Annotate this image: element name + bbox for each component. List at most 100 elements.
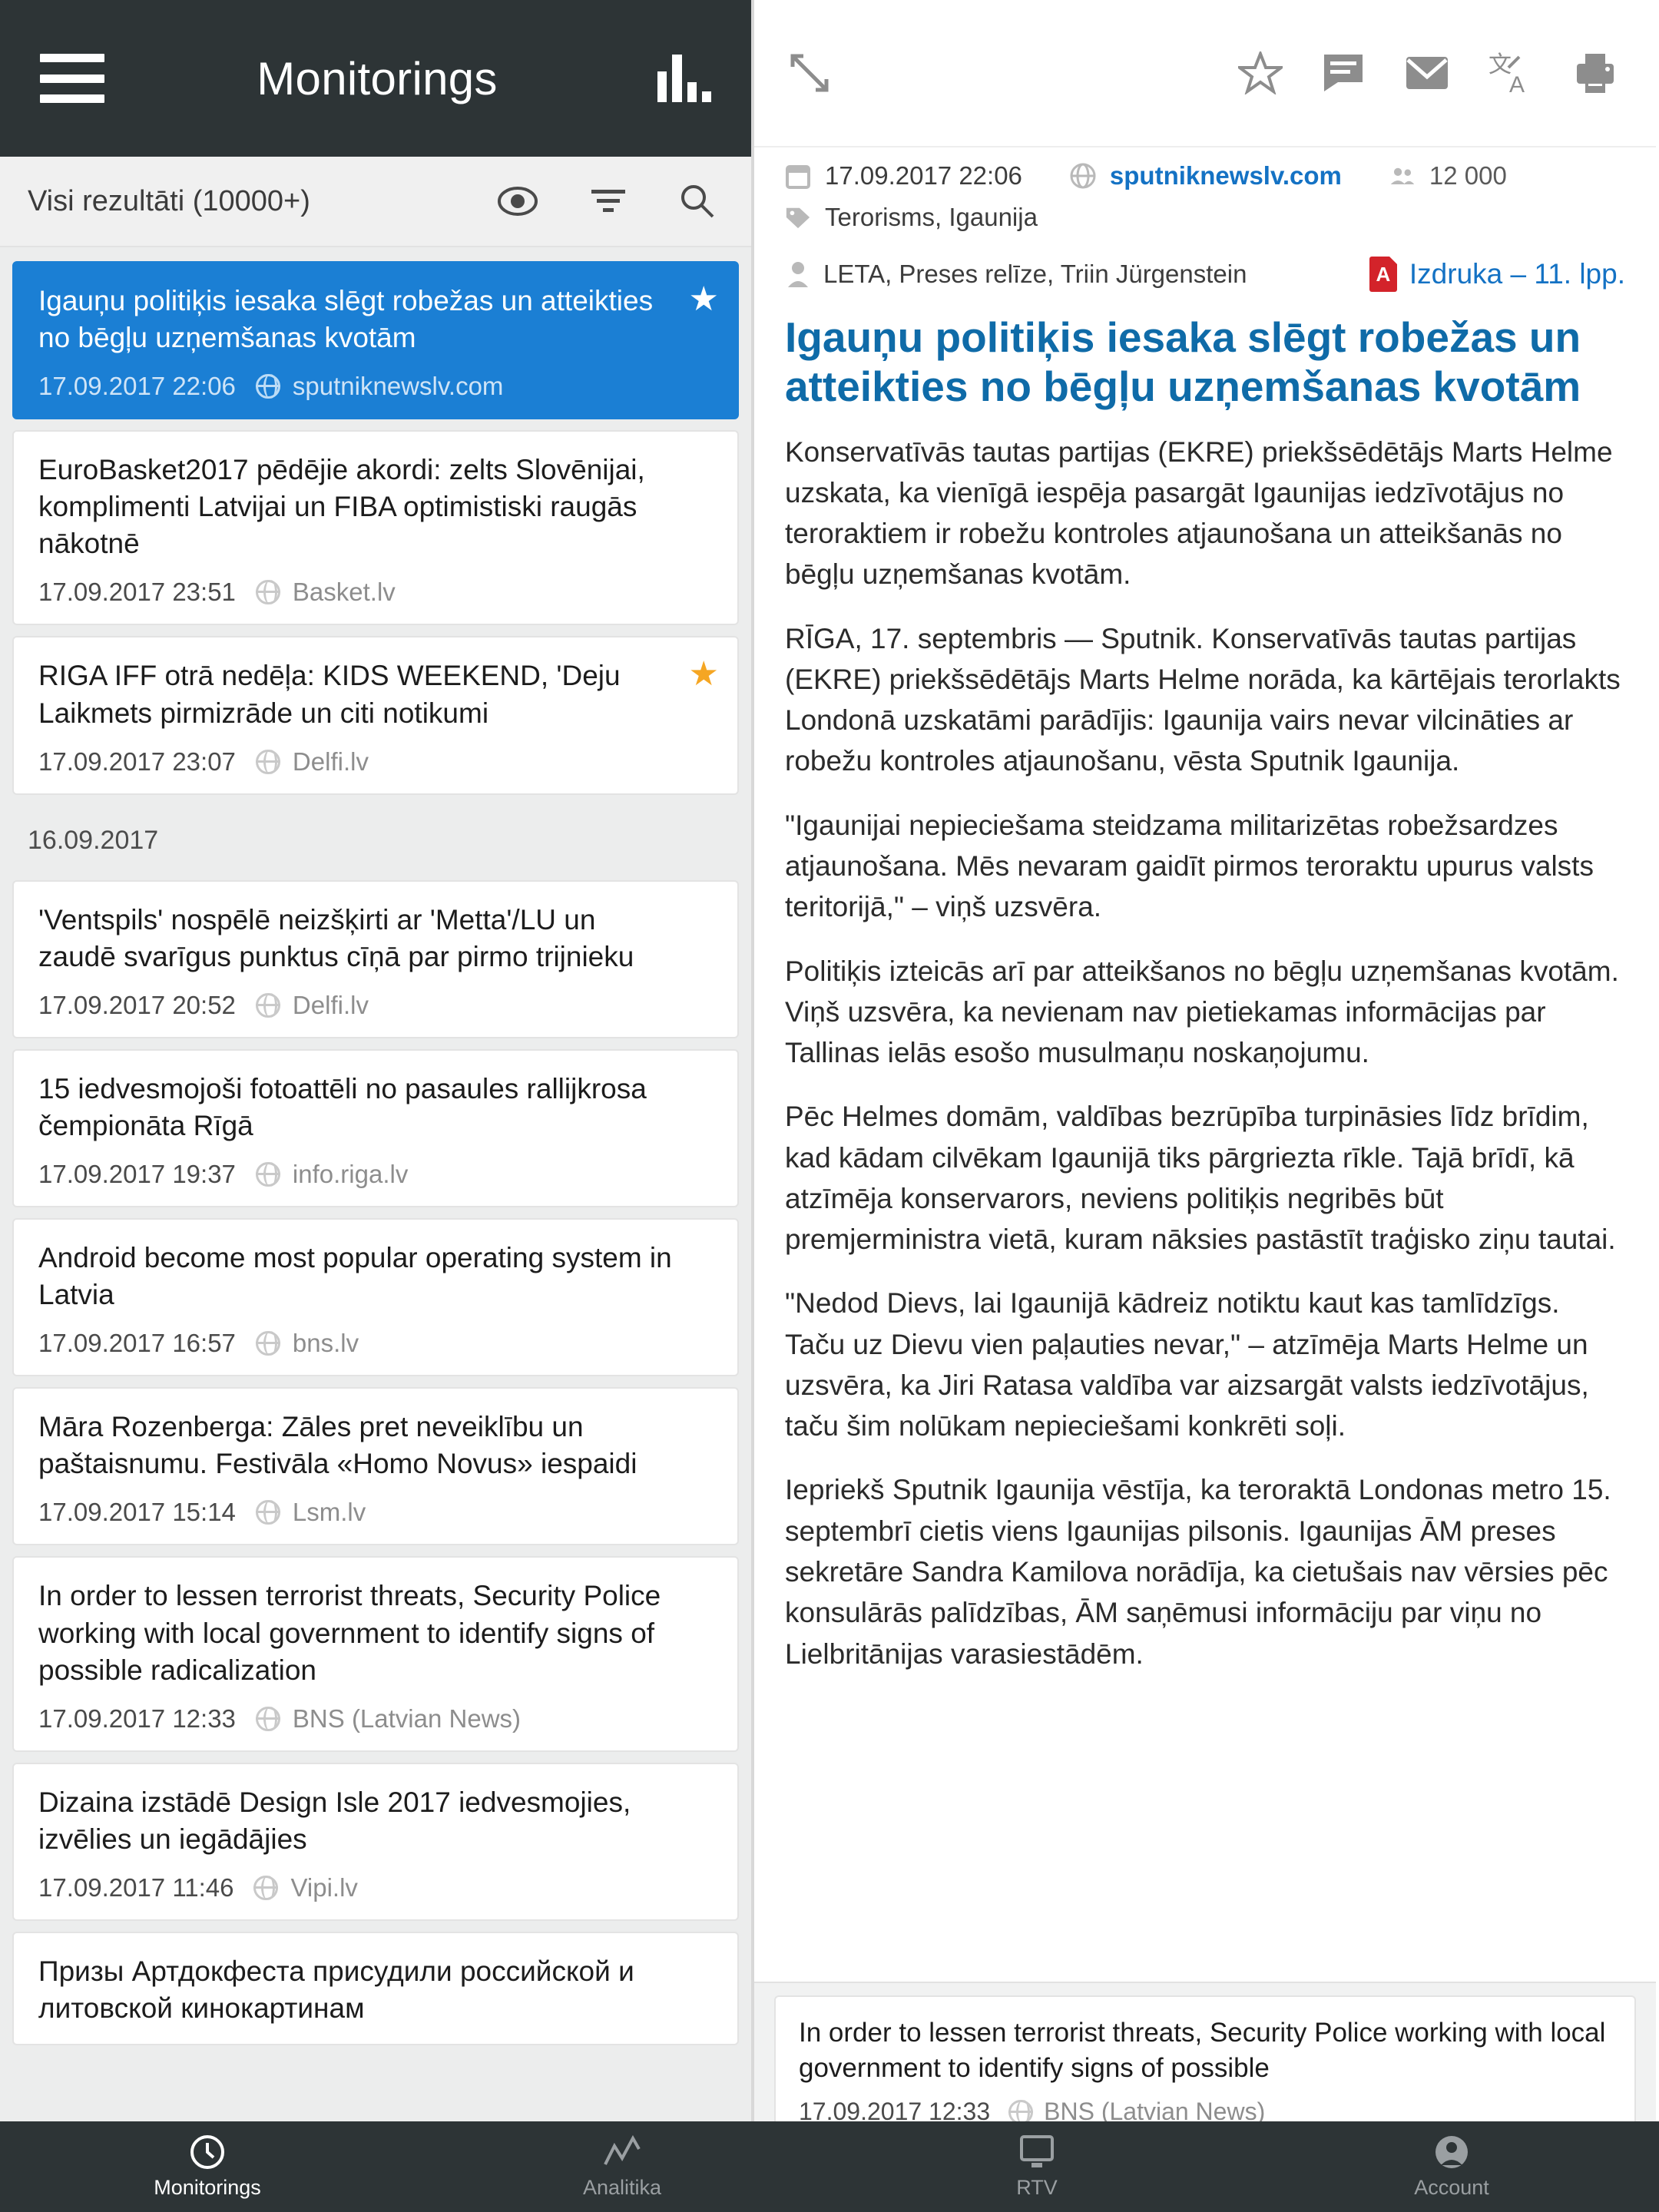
person-icon — [785, 261, 811, 287]
bottom-navigation: Monitorings Analitika RTV Account — [0, 2121, 1659, 2212]
globe-icon — [253, 1875, 279, 1900]
globe-icon — [255, 1706, 280, 1731]
list-item-date: 17.09.2017 20:52 — [38, 990, 236, 1019]
list-item[interactable]: 'Ventspils' nospēlē neizšķirti ar 'Metta… — [12, 879, 739, 1038]
tag-icon — [785, 204, 811, 230]
person-icon — [1434, 2134, 1469, 2170]
search-icon[interactable] — [679, 183, 716, 220]
list-item[interactable]: Android become most popular operating sy… — [12, 1218, 739, 1377]
article-date: 17.09.2017 22:06 — [825, 161, 1022, 190]
list-item[interactable]: Dizaina izstādē Design Isle 2017 iedvesm… — [12, 1762, 739, 1921]
list-item-source: sputniknewslv.com — [292, 372, 504, 401]
nav-label: Analitika — [582, 2175, 662, 2199]
printer-icon[interactable] — [1573, 51, 1618, 94]
list-item-source: Basket.lv — [292, 578, 396, 607]
list-item-date: 17.09.2017 15:14 — [38, 1498, 236, 1527]
list-item-source: Lsm.lv — [292, 1498, 366, 1527]
list-item-source: BNS (Latvian News) — [292, 1704, 522, 1733]
page-title: Monitorings — [257, 52, 498, 104]
pdf-icon: A — [1369, 257, 1397, 292]
left-topbar: Monitorings — [0, 0, 751, 157]
list-item-title: Android become most popular operating sy… — [38, 1242, 672, 1311]
list-item-source: info.riga.lv — [292, 1160, 409, 1189]
svg-text:A: A — [1509, 72, 1525, 95]
list-item-date: 17.09.2017 19:37 — [38, 1160, 236, 1189]
globe-icon — [255, 580, 280, 605]
pdf-label: Izdruka – 11. lpp. — [1409, 258, 1625, 290]
filter-icon[interactable] — [590, 187, 627, 216]
pdf-print-link[interactable]: A Izdruka – 11. lpp. — [1369, 257, 1625, 292]
audience-count: 12 000 — [1429, 161, 1507, 190]
list-item[interactable]: In order to lessen terrorist threats, Se… — [12, 1556, 739, 1752]
list-item-source: Delfi.lv — [292, 747, 369, 776]
globe-icon — [255, 1162, 280, 1187]
list-item-title: RIGA IFF otrā nedēļa: KIDS WEEKEND, 'Dej… — [38, 660, 621, 729]
article-paragraph: Pēc Helmes domām, valdības bezrūpība tur… — [785, 1101, 1616, 1256]
nav-item-monitorings[interactable]: Monitorings — [0, 2121, 415, 2212]
line-chart-icon — [602, 2134, 642, 2170]
nav-label: RTV — [1016, 2175, 1058, 2199]
envelope-icon[interactable] — [1404, 54, 1450, 92]
article-paragraph: Politiķis izteicās arī par atteikšanos n… — [785, 955, 1619, 1069]
star-icon[interactable]: ★ — [689, 657, 719, 691]
list-item-title: Призы Артдокфеста присудили российской и… — [38, 1955, 634, 2024]
article-source-link[interactable]: sputniknewslv.com — [1110, 161, 1342, 190]
article-meta: 17.09.2017 22:06 sputniknewslv.com 12 00… — [754, 147, 1656, 250]
globe-icon — [1008, 2099, 1034, 2124]
list-item-date: 17.09.2017 22:06 — [38, 372, 236, 401]
related-item-title: In order to lessen terrorist threats, Se… — [799, 2018, 1606, 2083]
nav-label: Monitorings — [154, 2175, 261, 2199]
globe-icon — [255, 992, 280, 1018]
article-byline: LETA, Preses relīze, Triin Jürgenstein — [823, 260, 1247, 288]
list-item-date: 17.09.2017 16:57 — [38, 1329, 236, 1358]
nav-label: Account — [1414, 2175, 1489, 2199]
bar-chart-icon[interactable] — [657, 55, 711, 102]
article-paragraph: Konservatīvās tautas partijas (EKRE) pri… — [785, 435, 1613, 591]
list-item-date: 17.09.2017 23:51 — [38, 578, 236, 607]
nav-item-account[interactable]: Account — [1244, 2121, 1659, 2212]
list-item[interactable]: Igauņu politiķis iesaka slēgt robežas un… — [12, 261, 739, 420]
list-item-date: 17.09.2017 11:46 — [38, 1873, 234, 1902]
list-item-title: In order to lessen terrorist threats, Se… — [38, 1580, 661, 1686]
tv-icon — [1018, 2134, 1056, 2170]
eye-icon[interactable] — [498, 187, 538, 216]
list-item-source: Vipi.lv — [290, 1873, 358, 1902]
list-item[interactable]: Призы Артдокфеста присудили российской и… — [12, 1931, 739, 2046]
hamburger-icon[interactable] — [40, 54, 104, 103]
left-pane: Monitorings Visi rezultāti (10000+) Igau… — [0, 0, 754, 2212]
list-item[interactable]: RIGA IFF otrā nedēļa: KIDS WEEKEND, 'Dej… — [12, 636, 739, 795]
globe-icon — [1070, 163, 1096, 189]
people-icon — [1389, 163, 1416, 189]
nav-item-rtv[interactable]: RTV — [830, 2121, 1244, 2212]
globe-icon — [255, 374, 280, 399]
results-count-label: Visi rezultāti (10000+) — [28, 184, 310, 217]
clock-icon — [190, 2134, 225, 2170]
list-item[interactable]: 15 iedvesmojoši fotoattēli no pasaules r… — [12, 1048, 739, 1208]
nav-item-analitika[interactable]: Analitika — [415, 2121, 830, 2212]
article-paragraph: "Nedod Dievs, lai Igaunijā kādreiz notik… — [785, 1287, 1589, 1442]
article-title: Igauņu politiķis iesaka slēgt robežas un… — [785, 313, 1581, 410]
star-icon[interactable]: ★ — [689, 283, 719, 316]
list-item-title: 15 iedvesmojoši fotoattēli no pasaules r… — [38, 1072, 647, 1141]
list-item-title: Māra Rozenberga: Zāles pret neveiklību u… — [38, 1411, 637, 1480]
list-item-title: Dizaina izstādē Design Isle 2017 iedvesm… — [38, 1786, 631, 1855]
article-tags: Terorisms, Igaunija — [825, 203, 1038, 231]
list-item-source: Delfi.lv — [292, 990, 369, 1019]
list-item-source: bns.lv — [292, 1329, 359, 1358]
article-paragraph: RĪGA, 17. septembris — Sputnik. Konserva… — [785, 622, 1621, 777]
list-item[interactable]: EuroBasket2017 pēdējie akordi: zelts Slo… — [12, 430, 739, 626]
right-pane: 文 A 17.09.2017 22:06 sputniknewslv.com 1… — [754, 0, 1656, 2212]
list-item-date: 17.09.2017 12:33 — [38, 1704, 236, 1733]
list-item[interactable]: Māra Rozenberga: Zāles pret neveiklību u… — [12, 1387, 739, 1546]
svg-text:文: 文 — [1488, 52, 1512, 78]
translate-icon[interactable]: 文 A — [1488, 51, 1535, 95]
results-list[interactable]: Igauņu politiķis iesaka slēgt robežas un… — [0, 247, 751, 2212]
article-paragraph: "Igaunijai nepieciešama steidzama milita… — [785, 809, 1594, 923]
globe-icon — [255, 1500, 280, 1525]
list-item-title: EuroBasket2017 pēdējie akordi: zelts Slo… — [38, 454, 645, 560]
star-outline-icon[interactable] — [1238, 51, 1283, 94]
byline-row: LETA, Preses relīze, Triin Jürgenstein A… — [754, 250, 1656, 296]
expand-arrows-icon[interactable] — [786, 50, 833, 96]
date-separator: 16.09.2017 — [28, 825, 159, 855]
comment-icon[interactable] — [1321, 51, 1366, 94]
